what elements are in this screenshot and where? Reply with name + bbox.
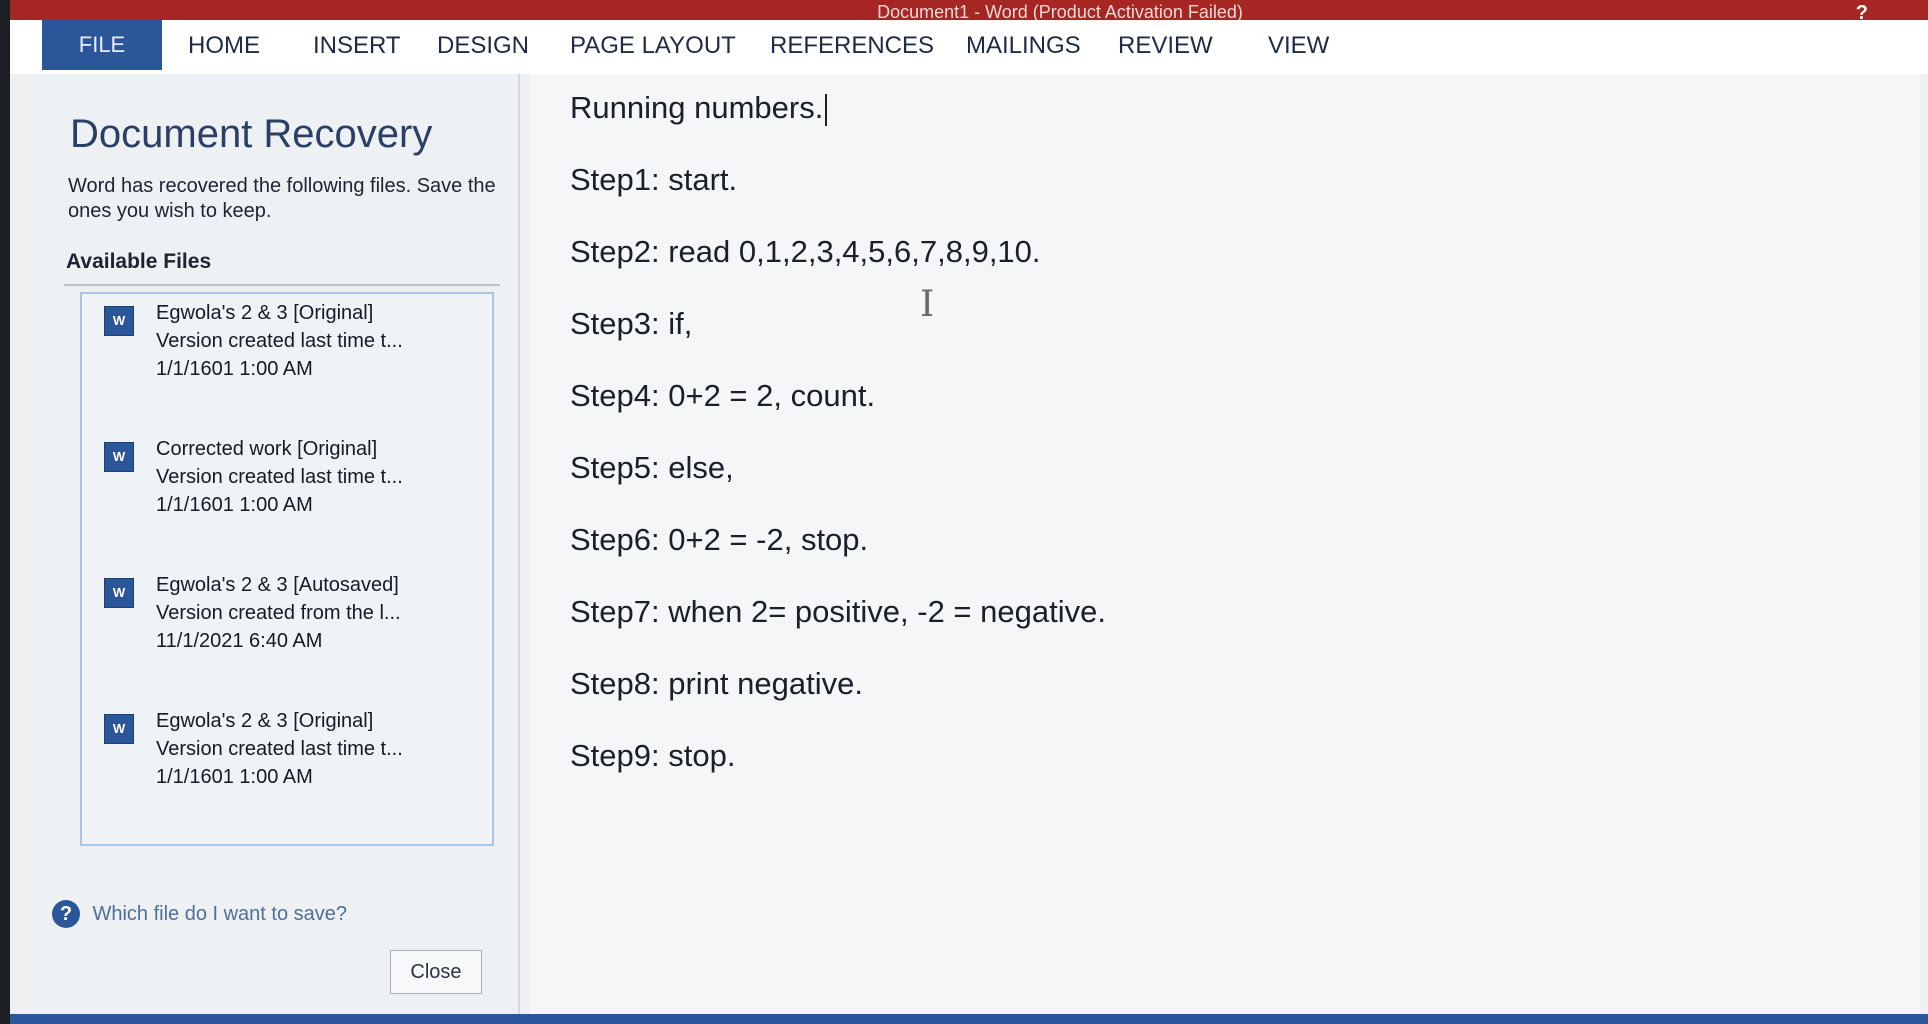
word-file-icon: W xyxy=(104,442,134,472)
close-button[interactable]: Close xyxy=(390,950,482,994)
file-date: 1/1/1601 1:00 AM xyxy=(156,358,313,380)
file-name: Egwola's 2 & 3 [Original] xyxy=(156,710,374,732)
document-line: Step2: read 0,1,2,3,4,5,6,7,8,9,10. xyxy=(570,234,1041,269)
tab-references[interactable]: REFERENCES xyxy=(770,32,934,60)
document-line: Step9: stop. xyxy=(570,738,736,773)
tab-home[interactable]: HOME xyxy=(188,32,260,60)
available-files-label: Available Files xyxy=(66,250,212,273)
file-name: Egwola's 2 & 3 [Original] xyxy=(156,302,374,324)
document-body[interactable]: Running numbers. Step1: start. Step2: re… xyxy=(530,74,1920,1020)
recovered-file-item[interactable]: W Egwola's 2 & 3 [Original] Version crea… xyxy=(104,710,484,810)
file-name: Corrected work [Original] xyxy=(156,438,378,460)
divider xyxy=(64,284,500,286)
help-circle-icon: ? xyxy=(52,900,80,928)
document-line: Step6: 0+2 = -2, stop. xyxy=(570,522,869,557)
taskbar-strip xyxy=(10,1014,1928,1024)
document-line: Step5: else, xyxy=(570,450,734,485)
i-beam-cursor-icon: I xyxy=(920,284,935,325)
word-file-icon: W xyxy=(104,714,134,744)
help-link-text: Which file do I want to save? xyxy=(92,902,348,925)
word-file-icon: W xyxy=(104,306,134,336)
file-date: 1/1/1601 1:00 AM xyxy=(156,494,313,516)
tab-design[interactable]: DESIGN xyxy=(437,32,529,60)
which-file-help-link[interactable]: ? Which file do I want to save? xyxy=(52,900,347,928)
file-version-detail: Version created last time t... xyxy=(156,466,403,488)
file-version-detail: Version created last time t... xyxy=(156,738,403,760)
text-caret xyxy=(825,93,828,126)
recovered-file-item[interactable]: W Corrected work [Original] Version crea… xyxy=(104,438,484,538)
tab-file[interactable]: FILE xyxy=(42,20,162,70)
tab-review[interactable]: REVIEW xyxy=(1118,32,1213,60)
document-line: Step1: start. xyxy=(570,162,738,197)
file-date: 1/1/1601 1:00 AM xyxy=(156,766,313,788)
document-line: Step8: print negative. xyxy=(570,666,863,701)
recovery-heading: Document Recovery xyxy=(70,112,433,156)
document-line: Step4: 0+2 = 2, count. xyxy=(570,378,876,413)
tab-insert[interactable]: INSERT xyxy=(313,32,401,60)
ribbon-tabs: FILE HOME INSERT DESIGN PAGE LAYOUT REFE… xyxy=(10,20,1928,74)
file-version-detail: Version created last time t... xyxy=(156,330,403,352)
document-line: Step7: when 2= positive, -2 = negative. xyxy=(570,594,1106,629)
document-line: Step3: if, xyxy=(570,306,693,341)
file-name: Egwola's 2 & 3 [Autosaved] xyxy=(156,574,399,596)
word-file-icon: W xyxy=(104,578,134,608)
tab-view[interactable]: VIEW xyxy=(1268,32,1329,60)
tab-page-layout[interactable]: PAGE LAYOUT xyxy=(570,32,736,60)
document-recovery-pane: Document Recovery Word has recovered the… xyxy=(38,74,520,1020)
recovered-file-item[interactable]: W Egwola's 2 & 3 [Autosaved] Version cre… xyxy=(104,574,484,674)
file-date: 11/1/2021 6:40 AM xyxy=(156,630,323,652)
document-line-text: Running numbers. xyxy=(570,90,824,125)
recovered-file-list[interactable]: W Egwola's 2 & 3 [Original] Version crea… xyxy=(80,292,494,846)
file-version-detail: Version created from the l... xyxy=(156,602,401,624)
recovered-file-item[interactable]: W Egwola's 2 & 3 [Original] Version crea… xyxy=(104,302,484,402)
word-window: Document1 - Word (Product Activation Fai… xyxy=(10,0,1928,1024)
recovery-description: Word has recovered the following files. … xyxy=(68,175,496,222)
tab-mailings[interactable]: MAILINGS xyxy=(966,32,1081,60)
document-line: Running numbers. xyxy=(570,90,828,126)
